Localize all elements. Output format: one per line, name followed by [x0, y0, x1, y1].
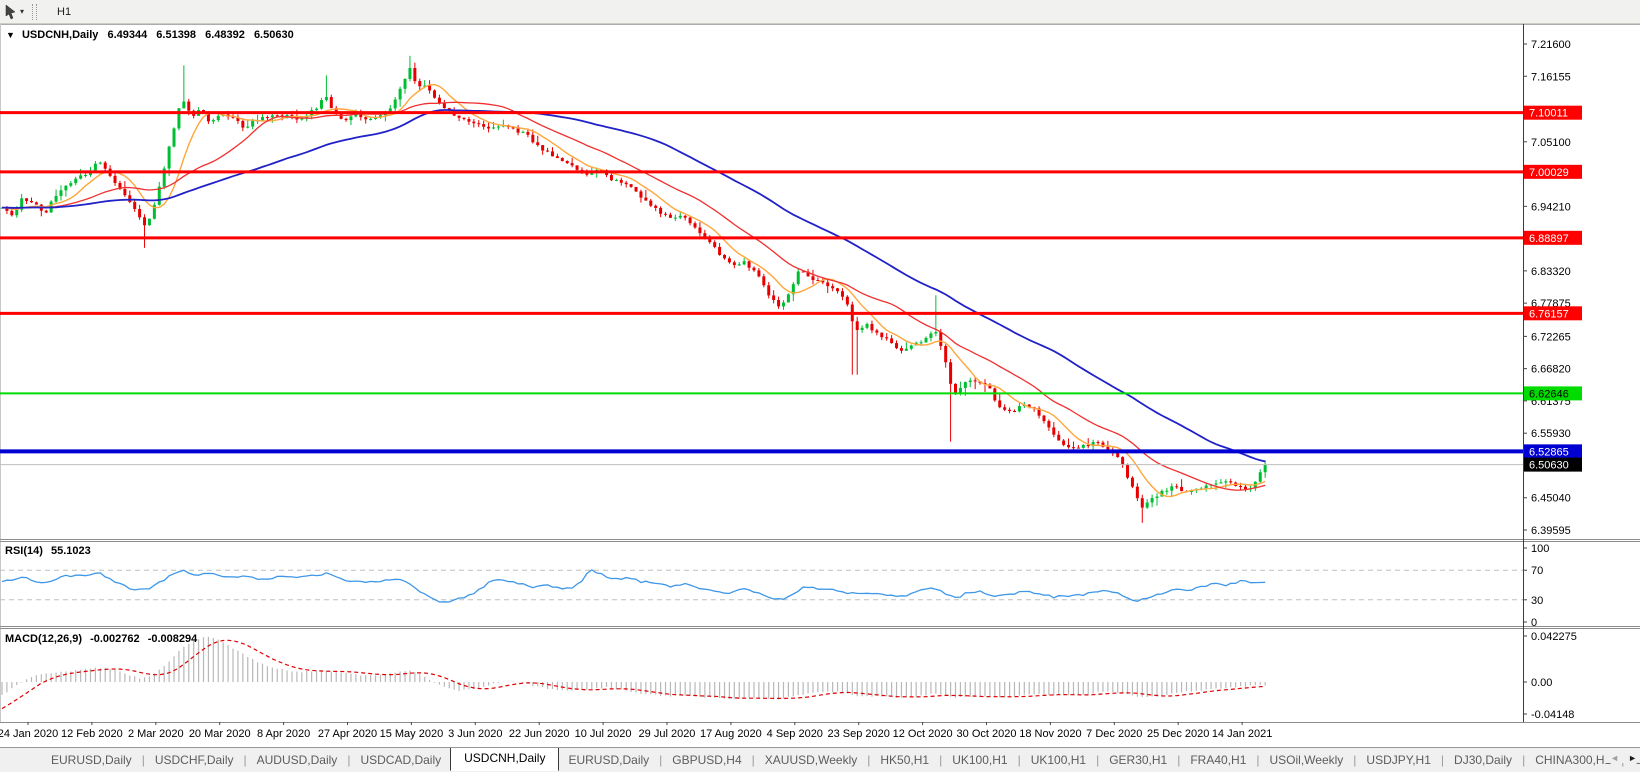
toolbar: ▾ M1M5M15M30H1H4D1W1MN — [0, 0, 1640, 24]
svg-text:20 Mar 2020: 20 Mar 2020 — [189, 728, 251, 740]
svg-text:30: 30 — [1531, 595, 1543, 607]
ohlc-high: 6.51398 — [156, 29, 196, 41]
ma-slow-line — [2, 110, 1265, 462]
svg-text:7.16155: 7.16155 — [1531, 71, 1571, 83]
bottom-tab-gbpusd-h4[interactable]: GBPUSD,H4 — [663, 750, 750, 770]
svg-text:6.72265: 6.72265 — [1531, 331, 1571, 343]
svg-text:6.83320: 6.83320 — [1531, 266, 1571, 278]
svg-text:6.62646: 6.62646 — [1529, 388, 1569, 400]
svg-text:14 Jan 2021: 14 Jan 2021 — [1212, 728, 1273, 740]
svg-text:10 Jul 2020: 10 Jul 2020 — [575, 728, 632, 740]
svg-text:4 Sep 2020: 4 Sep 2020 — [767, 728, 823, 740]
svg-text:6.76157: 6.76157 — [1529, 308, 1569, 320]
tab-scroll-arrows: ◄ ► — [1604, 753, 1637, 763]
svg-text:8 Apr 2020: 8 Apr 2020 — [257, 728, 310, 740]
ohlc-low: 6.48392 — [205, 29, 245, 41]
bottom-tab-uk100-h1[interactable]: UK100,H1 — [1022, 750, 1095, 770]
timeframe-button-h1[interactable]: H1 — [47, 2, 88, 22]
price-axis-badges: 7.10011 7.00029 6.88897 6.76157 6.62646 6.528… — [1524, 106, 1582, 472]
svg-text:7.21600: 7.21600 — [1531, 39, 1571, 51]
svg-text:12 Feb 2020: 12 Feb 2020 — [61, 728, 123, 740]
ma-fast-line — [2, 85, 1265, 497]
svg-text:0: 0 — [1531, 617, 1537, 629]
chart-collapse-icon[interactable]: ▼ — [6, 30, 15, 40]
cursor-tool-icon[interactable] — [2, 3, 20, 21]
svg-text:7.10011: 7.10011 — [1529, 108, 1568, 120]
svg-text:2 Mar 2020: 2 Mar 2020 — [128, 728, 184, 740]
chart-title: ▼ USDCNH,Daily 6.49344 6.51398 6.48392 6… — [6, 29, 294, 41]
svg-text:27 Apr 2020: 27 Apr 2020 — [318, 728, 377, 740]
chart-area: 7.216007.161557.051006.942106.833206.778… — [0, 24, 1640, 747]
bottom-tab-xauusd-weekly[interactable]: XAUUSD,Weekly — [756, 750, 866, 770]
macd-signal-value: -0.008294 — [148, 633, 198, 645]
macd-value: -0.002762 — [90, 633, 140, 645]
svg-text:23 Sep 2020: 23 Sep 2020 — [828, 728, 890, 740]
svg-text:6.55930: 6.55930 — [1531, 428, 1571, 440]
svg-text:12 Oct 2020: 12 Oct 2020 — [893, 728, 953, 740]
svg-text:25 Dec 2020: 25 Dec 2020 — [1147, 728, 1209, 740]
svg-text:-0.04148: -0.04148 — [1531, 709, 1574, 721]
svg-text:0.00: 0.00 — [1531, 677, 1552, 689]
svg-text:15 May 2020: 15 May 2020 — [380, 728, 444, 740]
macd-name: MACD(12,26,9) — [5, 633, 82, 645]
chart-tab-bar: EURUSD,Daily|USDCHF,Daily|AUDUSD,Daily|U… — [0, 747, 1640, 772]
bottom-tab-fra40-h1[interactable]: FRA40,H1 — [1181, 750, 1255, 770]
bottom-tab-dj30-daily[interactable]: DJ30,Daily — [1445, 750, 1521, 770]
svg-text:6.52865: 6.52865 — [1529, 446, 1569, 458]
svg-text:6.45040: 6.45040 — [1531, 493, 1571, 505]
svg-text:7.00029: 7.00029 — [1529, 167, 1569, 179]
bottom-tab-eurusd-daily[interactable]: EURUSD,Daily — [559, 750, 658, 770]
svg-text:6.94210: 6.94210 — [1531, 201, 1571, 213]
svg-text:24 Jan 2020: 24 Jan 2020 — [0, 728, 58, 740]
bottom-tab-usdcad-daily[interactable]: USDCAD,Daily — [351, 750, 450, 770]
date-axis[interactable]: 24 Jan 202012 Feb 2020 2 Mar 2020 20 Mar 2… — [0, 722, 1272, 740]
bottom-tab-eurusd-daily[interactable]: EURUSD,Daily — [42, 750, 141, 770]
macd-indicator-label: MACD(12,26,9) -0.002762 -0.008294 — [5, 633, 197, 645]
svg-text:30 Oct 2020: 30 Oct 2020 — [957, 728, 1017, 740]
svg-text:17 Aug 2020: 17 Aug 2020 — [700, 728, 762, 740]
svg-text:6.39595: 6.39595 — [1531, 525, 1571, 537]
svg-text:70: 70 — [1531, 565, 1543, 577]
svg-text:6.66820: 6.66820 — [1531, 364, 1571, 376]
svg-text:22 Jun 2020: 22 Jun 2020 — [509, 728, 570, 740]
bottom-tab-hk50-h1[interactable]: HK50,H1 — [871, 750, 938, 770]
bottom-tab-audusd-daily[interactable]: AUDUSD,Daily — [248, 750, 347, 770]
cursor-arrow-glyph — [4, 4, 18, 20]
bottom-tab-usoil-weekly[interactable]: USOil,Weekly — [1261, 750, 1353, 770]
ohlc-close: 6.50630 — [254, 29, 294, 41]
svg-text:6.88897: 6.88897 — [1529, 233, 1569, 245]
rsi-name: RSI(14) — [5, 545, 43, 557]
svg-text:7.05100: 7.05100 — [1531, 137, 1571, 149]
cursor-tool-dropdown-icon[interactable]: ▾ — [20, 7, 24, 16]
svg-text:100: 100 — [1531, 543, 1549, 555]
rsi-pane: 100 70 30 0 — [0, 543, 1549, 629]
chart-canvas[interactable]: 7.216007.161557.051006.942106.833206.778… — [0, 24, 1640, 746]
toolbar-grip[interactable] — [32, 4, 37, 20]
rsi-indicator-label: RSI(14) 55.1023 — [5, 545, 91, 557]
bottom-tab-uk100-h1[interactable]: UK100,H1 — [943, 750, 1016, 770]
svg-text:6.50630: 6.50630 — [1529, 460, 1569, 472]
svg-text:29 Jul 2020: 29 Jul 2020 — [639, 728, 696, 740]
pane-separators — [0, 24, 1640, 723]
chart-symbol: USDCNH,Daily — [22, 29, 98, 41]
svg-text:18 Nov 2020: 18 Nov 2020 — [1019, 728, 1081, 740]
svg-text:3 Jun 2020: 3 Jun 2020 — [448, 728, 502, 740]
ma-mid-line — [2, 102, 1265, 490]
ohlc-open: 6.49344 — [107, 29, 147, 41]
svg-text:7 Dec 2020: 7 Dec 2020 — [1086, 728, 1142, 740]
bottom-tab-usdchf-daily[interactable]: USDCHF,Daily — [146, 750, 243, 770]
bottom-tab-usdjpy-h1[interactable]: USDJPY,H1 — [1357, 750, 1439, 770]
bottom-tab-ger30-h1[interactable]: GER30,H1 — [1100, 750, 1176, 770]
svg-text:0.042275: 0.042275 — [1531, 631, 1577, 643]
macd-pane: 0.042275 0.00 -0.04148 — [2, 631, 1577, 721]
bottom-tab-usdcnh-daily[interactable]: USDCNH,Daily — [450, 747, 559, 771]
tabs-scroll-right-icon[interactable]: ► — [1628, 753, 1637, 763]
rsi-value: 55.1023 — [51, 545, 91, 557]
tabs-scroll-left-icon[interactable]: ◄ — [1610, 753, 1619, 763]
mt4-window: ▾ M1M5M15M30H1H4D1W1MN 7.21600 7.16155 7.0… — [0, 0, 1640, 772]
